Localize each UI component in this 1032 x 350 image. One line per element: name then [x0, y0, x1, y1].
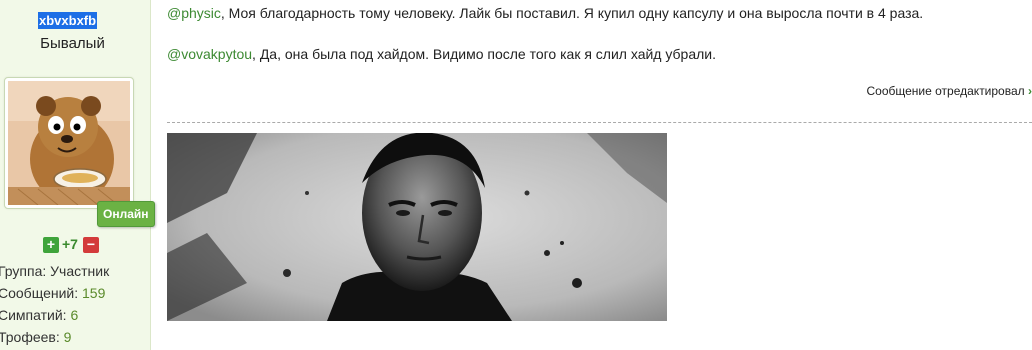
stat-value[interactable]: 9: [64, 329, 72, 345]
username-link[interactable]: xbvxbxfb: [38, 12, 98, 29]
message-text: , Моя благодарность тому человеку. Лайк …: [220, 5, 924, 21]
edited-label: Сообщение отредактировал: [866, 84, 1025, 98]
reputation-value: +7: [62, 236, 78, 252]
online-status-badge: Онлайн: [97, 201, 155, 227]
stat-value: Участник: [50, 263, 110, 279]
stat-messages: Сообщений: 159: [0, 285, 105, 301]
stat-label: Сообщений:: [0, 285, 79, 301]
stat-label: Группа:: [0, 263, 47, 279]
user-title: Бывалый: [40, 35, 105, 52]
user-sidebar: xbvxbxfb Бывалый Онлайн + +7 − Группа: У…: [0, 0, 155, 350]
stat-value[interactable]: 159: [82, 285, 105, 301]
avatar[interactable]: [4, 77, 134, 209]
stat-value[interactable]: 6: [70, 307, 78, 323]
minus-icon[interactable]: −: [83, 237, 99, 253]
message-text: , Да, она была под хайдом. Видимо после …: [252, 46, 716, 62]
stat-trophies: Трофеев: 9: [0, 329, 71, 345]
mention-link[interactable]: @physic: [167, 5, 221, 21]
plus-icon[interactable]: +: [43, 237, 59, 253]
mention-link[interactable]: @vovakpytou: [167, 46, 252, 62]
stat-likes: Симпатий: 6: [0, 307, 78, 323]
message-line-2: @vovakpytou, Да, она была под хайдом. Ви…: [167, 46, 716, 62]
stat-label: Трофеев:: [0, 329, 60, 345]
post-content: @physic, Моя благодарность тому человеку…: [167, 0, 1032, 350]
signature-image: [167, 132, 667, 321]
chevron-right-icon: ›: [1028, 84, 1032, 98]
stat-group: Группа: Участник: [0, 263, 109, 279]
stat-label: Симпатий:: [0, 307, 67, 323]
avatar-image: [8, 81, 130, 205]
edited-notice[interactable]: Сообщение отредактировал ›: [867, 84, 1032, 98]
signature-divider: [167, 122, 1032, 123]
message-line-1: @physic, Моя благодарность тому человеку…: [167, 5, 923, 21]
